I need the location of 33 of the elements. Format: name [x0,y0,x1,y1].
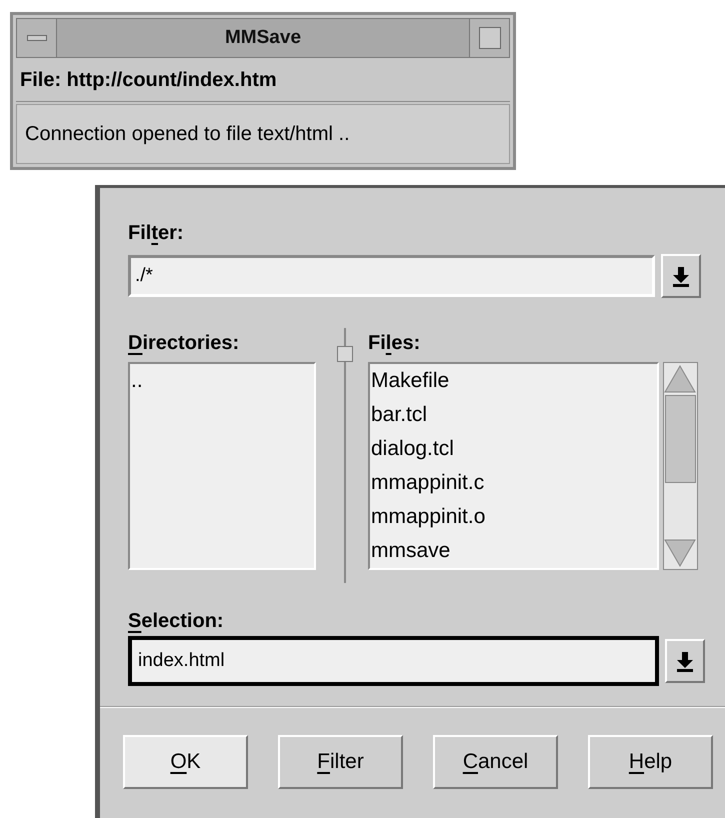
status-message: Connection opened to file text/html .. [25,122,350,147]
list-item[interactable]: .. [130,364,314,398]
window-title: MMSave [57,19,469,57]
scrollbar[interactable] [663,362,698,570]
selection-dropdown-button[interactable] [665,639,705,683]
filter-field[interactable]: ./* [128,255,655,297]
minimize-icon[interactable] [26,35,46,41]
filter-label: Filter: [128,221,185,246]
list-item[interactable]: mmsave [370,534,657,568]
dialog-button[interactable]: OK [123,735,248,789]
down-arrow-icon[interactable] [664,537,697,569]
selection-label: Selection: [128,609,225,634]
list-item[interactable]: mmappinit.c [370,466,657,500]
selection-field[interactable]: index.html [128,636,660,686]
list-item[interactable]: bar.tcl [370,398,657,432]
dialog-button[interactable]: Cancel [433,735,558,789]
dialog-button[interactable]: Help [588,735,713,789]
list-item[interactable]: dialog.tcl [370,432,657,466]
dialog-button[interactable]: Filter [278,735,403,789]
up-arrow-icon[interactable] [664,363,697,395]
files-label: Files: [368,331,422,356]
list-item[interactable]: mmappinit.o [370,500,657,534]
down-arrow-icon [676,650,694,672]
down-arrow-icon [672,265,690,287]
filter-dropdown-button[interactable] [661,254,701,298]
pane-sash[interactable] [337,346,353,362]
directories-label: Directories: [128,331,240,356]
list-item[interactable]: Makefile [370,364,657,398]
directories-list[interactable]: .. [128,362,316,570]
file-label: File: http://count/index.htm [20,68,277,92]
maximize-icon[interactable] [478,27,500,49]
files-list[interactable]: Makefile bar.tcl dialog.tcl mmappinit.c mmappinit.o mmsave [368,362,659,570]
scrollbar-thumb[interactable] [665,395,696,483]
